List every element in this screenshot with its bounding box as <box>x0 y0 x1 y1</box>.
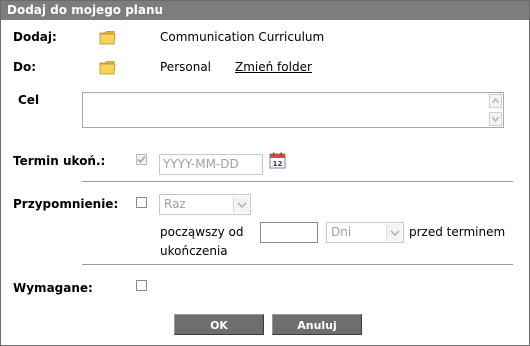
goal-label: Cel <box>18 93 40 107</box>
change-folder-link[interactable]: Zmień folder <box>235 60 312 74</box>
separator <box>82 181 513 182</box>
cancel-button[interactable]: Anuluj <box>272 314 362 335</box>
required-checkbox[interactable] <box>136 280 147 291</box>
due-date-label: Termin ukoń.: <box>13 154 106 168</box>
add-item-name: Communication Curriculum <box>160 30 325 44</box>
reminder-offset-input[interactable] <box>260 222 318 243</box>
add-label: Dodaj: <box>13 30 57 44</box>
chevron-down-icon <box>386 224 402 241</box>
starting-from-label: począwszy od <box>160 225 244 239</box>
before-due-label-2: ukończenia <box>160 244 228 258</box>
due-date-input[interactable]: YYYY-MM-DD <box>159 154 263 175</box>
dialog-title: Dodaj do mojego planu <box>1 1 529 20</box>
scroll-up-icon[interactable] <box>489 94 502 108</box>
required-label: Wymagane: <box>13 281 93 295</box>
ok-button[interactable]: OK <box>174 314 264 335</box>
reminder-frequency-value: Raz <box>164 197 186 211</box>
due-date-checkbox[interactable] <box>136 154 147 165</box>
reminder-checkbox[interactable] <box>136 197 147 208</box>
add-to-plan-dialog: Dodaj do mojego planu Dodaj: Communicati… <box>0 0 530 346</box>
calendar-icon[interactable]: 12 <box>269 152 286 169</box>
scroll-down-icon[interactable] <box>489 112 502 126</box>
reminder-unit-value: Dni <box>331 225 352 239</box>
calendar-day-text: 12 <box>273 160 283 168</box>
destination-folder-name: Personal <box>160 60 212 74</box>
destination-label: Do: <box>13 60 37 74</box>
separator <box>82 264 513 265</box>
reminder-label: Przypomnienie: <box>13 197 119 211</box>
before-due-label-1: przed terminem <box>409 225 506 239</box>
checkmark-icon <box>137 155 146 164</box>
folder-icon <box>99 31 116 45</box>
goal-textarea[interactable] <box>82 92 504 128</box>
folder-icon <box>99 61 116 75</box>
reminder-unit-select[interactable]: Dni <box>326 222 404 243</box>
chevron-down-icon <box>233 196 249 213</box>
reminder-frequency-select[interactable]: Raz <box>159 194 251 215</box>
